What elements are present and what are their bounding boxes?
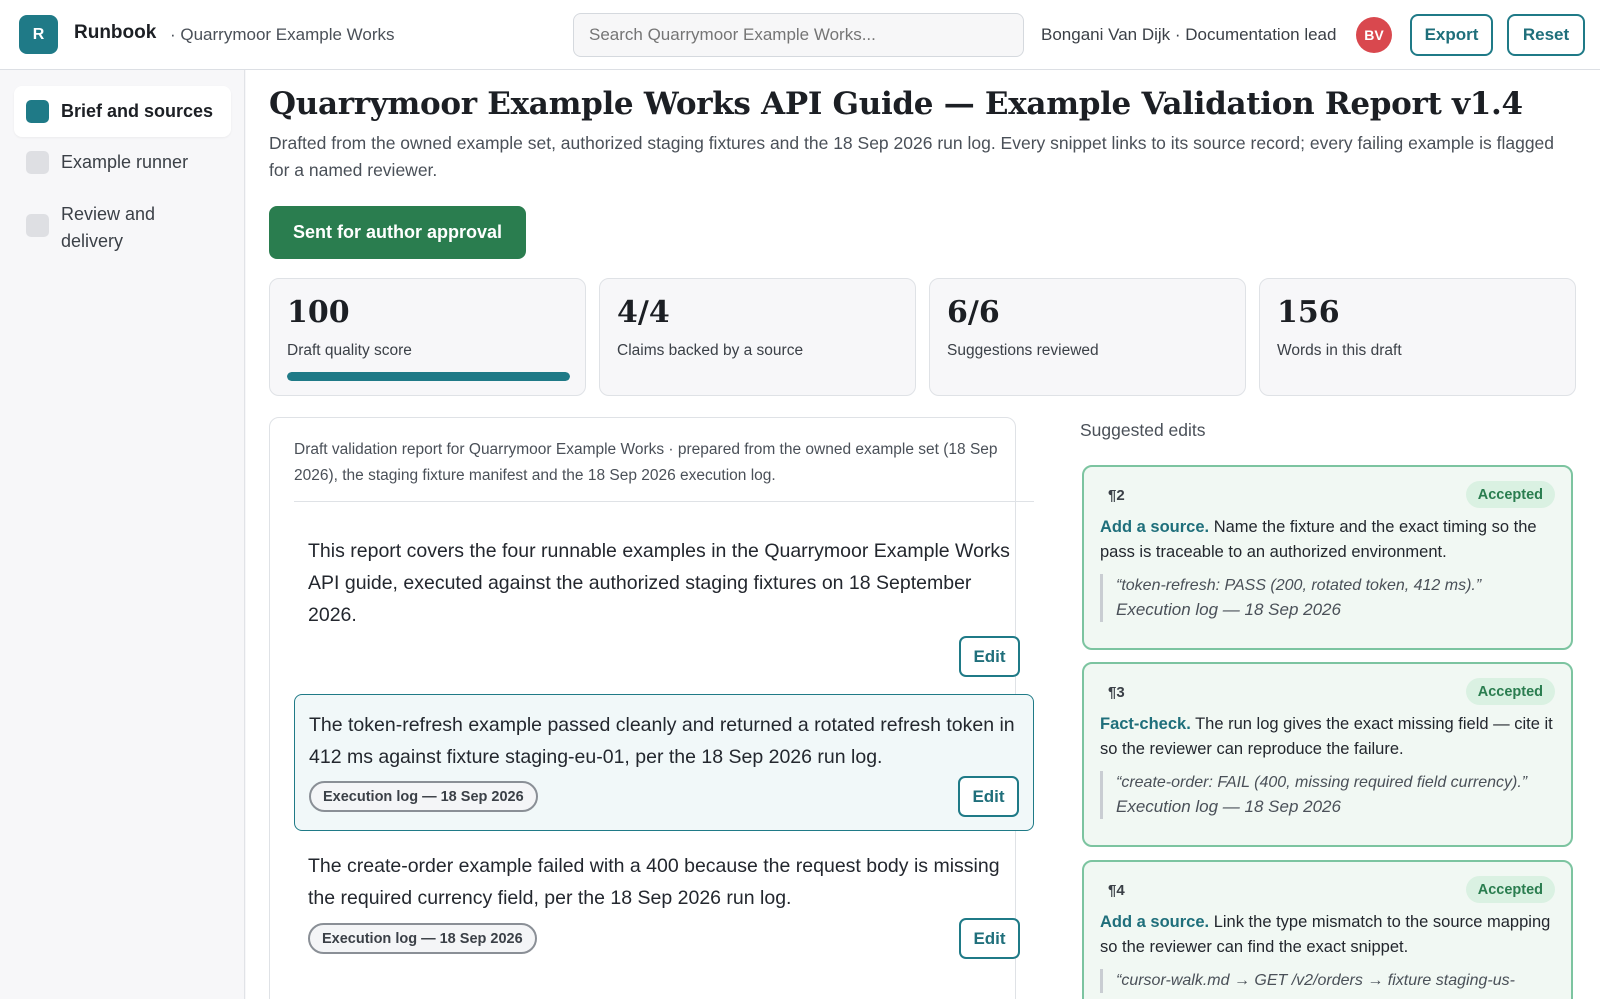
paragraph-ref: ¶4 bbox=[1108, 882, 1125, 899]
quote-text: “cursor-walk.md → GET /v2/orders → fixtu… bbox=[1116, 972, 1515, 989]
stat-label: Draft quality score bbox=[287, 342, 412, 359]
source-tag[interactable]: Execution log — 18 Sep 2026 bbox=[309, 781, 538, 812]
paragraph-ref: ¶3 bbox=[1108, 684, 1125, 701]
sidebar-item-label: Brief and sources bbox=[61, 101, 214, 121]
suggestion-card[interactable]: ¶2 Accepted Add a source. Name the fixtu… bbox=[1082, 465, 1573, 650]
quote-text: “create-order: FAIL (400, missing requir… bbox=[1116, 774, 1528, 791]
quote-text: “token-refresh: PASS (200, rotated token… bbox=[1116, 577, 1482, 594]
edit-button[interactable]: Edit bbox=[959, 636, 1020, 677]
draft-paragraph[interactable]: The create-order example failed with a 4… bbox=[294, 836, 1034, 973]
top-bar: R Runbook · Quarrymoor Example Works Bon… bbox=[0, 0, 1600, 70]
brand-name[interactable]: Runbook bbox=[74, 22, 156, 44]
export-button[interactable]: Export bbox=[1410, 14, 1493, 56]
progress-fill bbox=[287, 372, 570, 381]
suggestion-kind: Add a source. bbox=[1100, 518, 1210, 536]
sidebar-item-review-and-delivery[interactable]: Review and delivery bbox=[14, 189, 194, 267]
stat-quality-score: 100 Draft quality score bbox=[269, 278, 586, 396]
avatar[interactable]: BV bbox=[1356, 17, 1392, 53]
stat-label: Words in this draft bbox=[1277, 342, 1402, 359]
step-indicator bbox=[26, 100, 49, 123]
page-title: Quarrymoor Example Works API Guide — Exa… bbox=[269, 86, 1523, 122]
sidebar-item-label: Example runner bbox=[61, 152, 189, 172]
paragraph-ref: ¶2 bbox=[1108, 487, 1125, 504]
sidebar: Brief and sources Example runner Review … bbox=[0, 70, 245, 999]
status-badge: Accepted bbox=[1465, 481, 1555, 508]
status-badge: Accepted bbox=[1465, 876, 1555, 903]
status-badge: Accepted bbox=[1465, 678, 1555, 705]
suggestion-text: Add a source. Name the fixture and the e… bbox=[1100, 515, 1560, 565]
stat-label: Suggestions reviewed bbox=[947, 342, 1099, 359]
stat-value: 100 bbox=[287, 295, 350, 330]
draft-document: Draft validation report for Quarrymoor E… bbox=[269, 417, 1034, 999]
paragraph-text: The create-order example failed with a 4… bbox=[308, 855, 1000, 909]
suggestion-kind: Add a source. bbox=[1100, 913, 1210, 931]
suggestion-text: Fact-check. The run log gives the exact … bbox=[1100, 712, 1560, 762]
search-input[interactable] bbox=[573, 13, 1024, 57]
source-tag[interactable]: Execution log — 18 Sep 2026 bbox=[308, 923, 537, 954]
stat-claims-backed: 4/4 Claims backed by a source bbox=[599, 278, 916, 396]
divider bbox=[294, 501, 1034, 502]
stat-value: 6/6 bbox=[947, 295, 1000, 330]
stat-word-count: 156 Words in this draft bbox=[1259, 278, 1576, 396]
source-quote: “token-refresh: PASS (200, rotated token… bbox=[1100, 574, 1560, 622]
suggestion-card[interactable]: ¶4 Accepted Add a source. Link the type … bbox=[1082, 860, 1573, 999]
quote-source: Execution log — 18 Sep 2026 bbox=[1116, 797, 1341, 816]
step-indicator bbox=[26, 214, 49, 237]
source-quote: “create-order: FAIL (400, missing requir… bbox=[1100, 771, 1560, 819]
document-header: Draft validation report for Quarrymoor E… bbox=[294, 441, 998, 484]
breadcrumb: · Quarrymoor Example Works bbox=[170, 25, 395, 44]
paragraph-text: This report covers the four runnable exa… bbox=[308, 540, 1010, 626]
draft-paragraph[interactable]: This report covers the four runnable exa… bbox=[294, 521, 1034, 683]
quote-source: Execution log — 18 Sep 2026 bbox=[1116, 600, 1341, 619]
edit-button[interactable]: Edit bbox=[958, 776, 1019, 817]
reset-button[interactable]: Reset bbox=[1507, 14, 1585, 56]
source-quote: “cursor-walk.md → GET /v2/orders → fixtu… bbox=[1100, 969, 1560, 993]
stat-value: 4/4 bbox=[617, 295, 670, 330]
sidebar-item-brief-and-sources[interactable]: Brief and sources bbox=[14, 86, 231, 137]
user-name: Bongani Van Dijk · Documentation lead bbox=[1041, 25, 1337, 44]
paragraph-text: The token-refresh example passed cleanly… bbox=[309, 714, 1015, 768]
step-indicator bbox=[26, 151, 49, 174]
stat-label: Claims backed by a source bbox=[617, 342, 804, 359]
stat-value: 156 bbox=[1277, 295, 1340, 330]
edit-button[interactable]: Edit bbox=[959, 918, 1020, 959]
page-subtitle: Drafted from the owned example set, auth… bbox=[269, 133, 1555, 180]
suggestion-text: Add a source. Link the type mismatch to … bbox=[1100, 910, 1560, 960]
app-logo[interactable]: R bbox=[19, 15, 58, 54]
stat-suggestions-reviewed: 6/6 Suggestions reviewed bbox=[929, 278, 1246, 396]
suggestion-kind: Fact-check. bbox=[1100, 715, 1191, 733]
sidebar-item-example-runner[interactable]: Example runner bbox=[14, 137, 231, 188]
suggested-edits-title: Suggested edits bbox=[1080, 420, 1206, 440]
suggestion-card[interactable]: ¶3 Accepted Fact-check. The run log give… bbox=[1082, 662, 1573, 847]
draft-paragraph[interactable]: The token-refresh example passed cleanly… bbox=[294, 694, 1034, 831]
quality-progress-bar bbox=[287, 372, 570, 381]
approval-status-button[interactable]: Sent for author approval bbox=[269, 206, 526, 259]
sidebar-item-label: Review and delivery bbox=[61, 204, 156, 251]
